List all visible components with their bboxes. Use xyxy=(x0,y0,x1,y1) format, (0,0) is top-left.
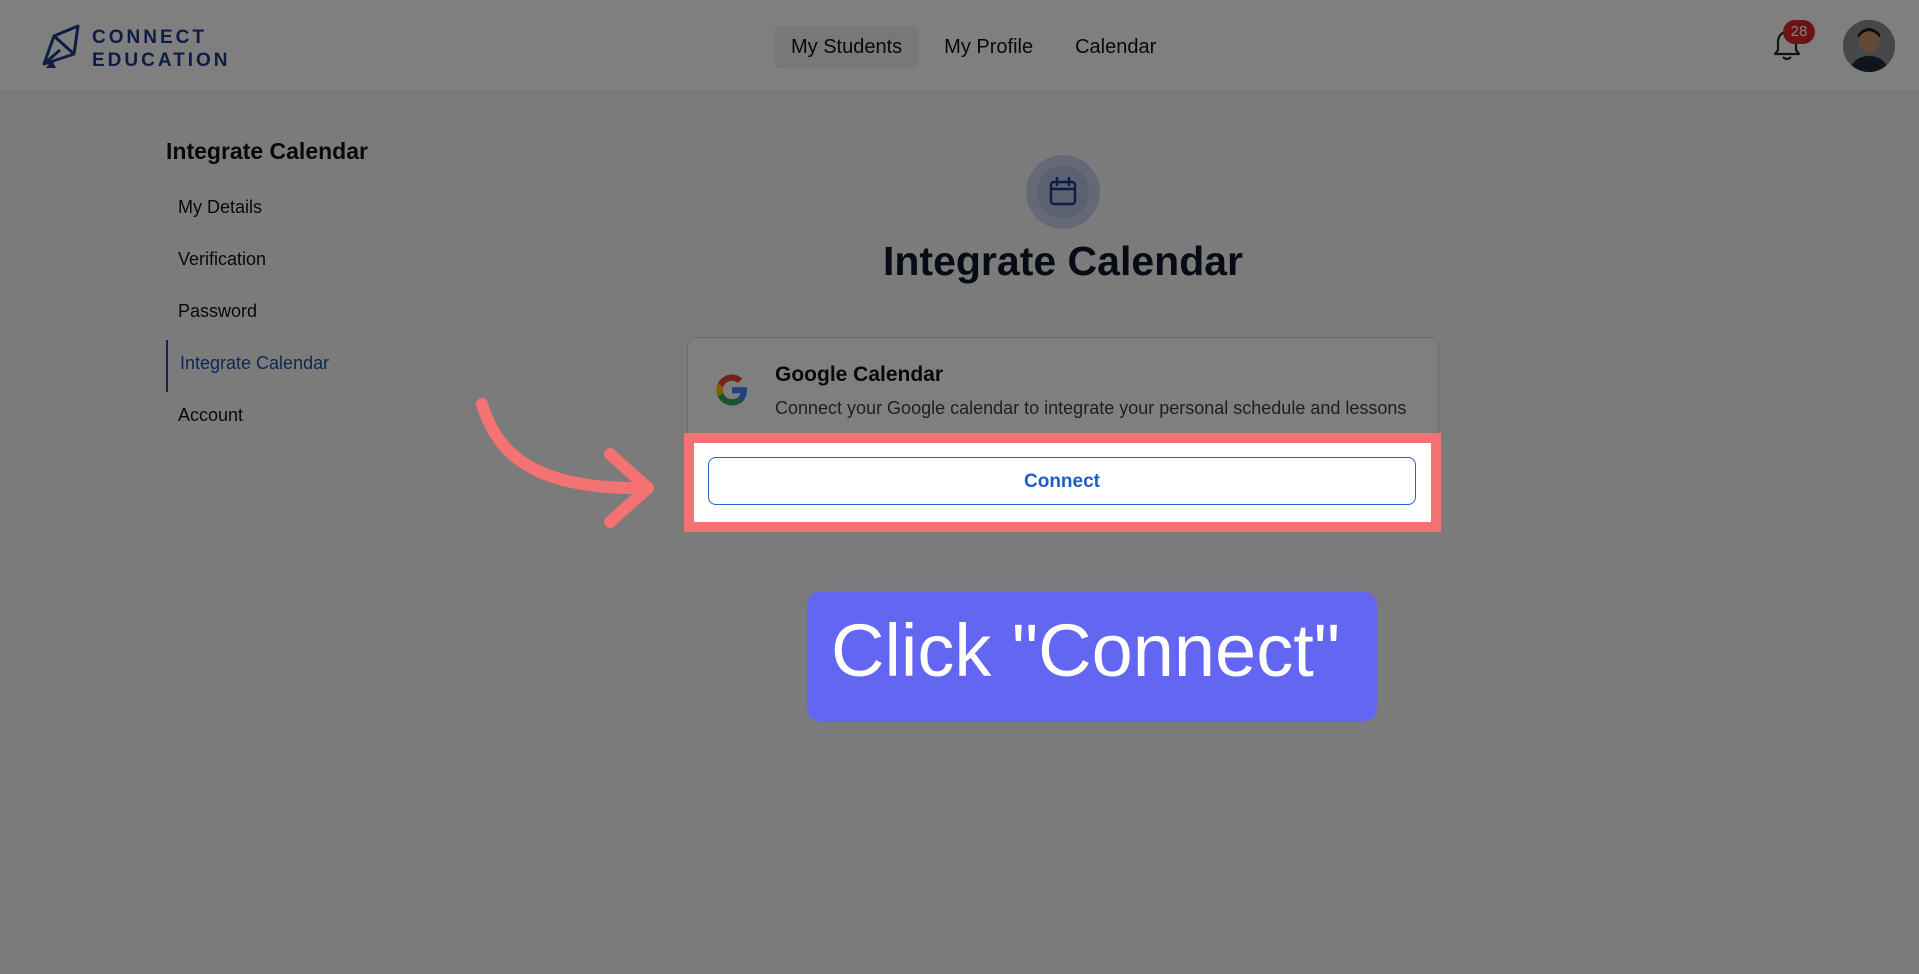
connect-button[interactable]: Connect xyxy=(708,457,1416,505)
highlight-box: Connect xyxy=(684,433,1441,532)
pointer-arrow-icon xyxy=(476,398,654,528)
tutorial-tooltip: Click "Connect" xyxy=(807,591,1377,722)
